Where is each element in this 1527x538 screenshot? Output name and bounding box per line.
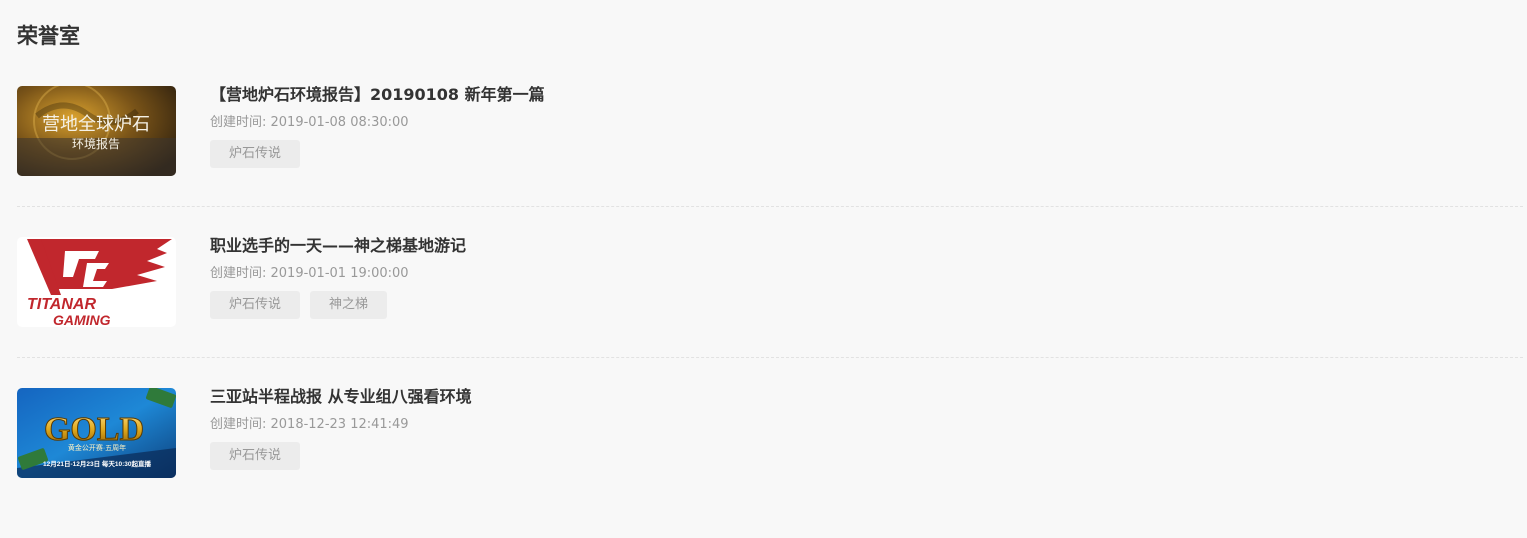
tag-ladder[interactable]: 神之梯 bbox=[310, 291, 388, 319]
article-thumbnail[interactable]: GOLD 黄金公开赛·五周年 12月21日-12月23日 每天10:30起直播 bbox=[17, 388, 176, 478]
article-info: 【营地炉石环境报告】20190108 新年第一篇 创建时间: 2019-01-0… bbox=[210, 86, 545, 168]
hearthstone-report-image: 营地全球炉石 环境报告 bbox=[17, 86, 176, 176]
tag-hearthstone[interactable]: 炉石传说 bbox=[210, 442, 301, 470]
list-item: 营地全球炉石 环境报告 【营地炉石环境报告】20190108 新年第一篇 创建时… bbox=[17, 86, 1523, 207]
article-thumbnail[interactable]: 营地全球炉石 环境报告 bbox=[17, 86, 176, 176]
tag-hearthstone[interactable]: 炉石传说 bbox=[210, 291, 301, 319]
svg-text:黄金公开赛·五周年: 黄金公开赛·五周年 bbox=[68, 443, 126, 452]
list-item: GOLD 黄金公开赛·五周年 12月21日-12月23日 每天10:30起直播 … bbox=[17, 388, 1523, 508]
created-time: 创建时间: 2019-01-01 19:00:00 bbox=[210, 266, 409, 281]
article-title[interactable]: 三亚站半程战报 从专业组八强看环境 bbox=[210, 388, 472, 406]
article-title[interactable]: 【营地炉石环境报告】20190108 新年第一篇 bbox=[210, 86, 545, 104]
gold-open-banner-image: GOLD 黄金公开赛·五周年 12月21日-12月23日 每天10:30起直播 bbox=[17, 388, 176, 478]
article-title[interactable]: 职业选手的一天——神之梯基地游记 bbox=[210, 237, 466, 255]
svg-text:GAMING: GAMING bbox=[53, 312, 111, 327]
titanar-gaming-logo: TITANAR GAMING bbox=[17, 237, 176, 327]
tag-list: 炉石传说 bbox=[210, 140, 545, 168]
tag-list: 炉石传说 神之梯 bbox=[210, 291, 466, 319]
svg-text:12月21日-12月23日 每天10:30起直播: 12月21日-12月23日 每天10:30起直播 bbox=[43, 459, 152, 468]
svg-text:环境报告: 环境报告 bbox=[72, 136, 120, 151]
article-info: 三亚站半程战报 从专业组八强看环境 创建时间: 2018-12-23 12:41… bbox=[210, 388, 472, 470]
article-thumbnail[interactable]: TITANAR GAMING bbox=[17, 237, 176, 327]
list-item: TITANAR GAMING 职业选手的一天——神之梯基地游记 创建时间: 20… bbox=[17, 237, 1523, 358]
svg-text:TITANAR: TITANAR bbox=[27, 296, 96, 313]
created-time: 创建时间: 2019-01-08 08:30:00 bbox=[210, 115, 409, 130]
article-list: 营地全球炉石 环境报告 【营地炉石环境报告】20190108 新年第一篇 创建时… bbox=[17, 86, 1523, 538]
created-time: 创建时间: 2018-12-23 12:41:49 bbox=[210, 417, 409, 432]
article-info: 职业选手的一天——神之梯基地游记 创建时间: 2019-01-01 19:00:… bbox=[210, 237, 466, 319]
tag-hearthstone[interactable]: 炉石传说 bbox=[210, 140, 301, 168]
section-title: 荣誉室 bbox=[17, 24, 80, 48]
svg-text:营地全球炉石: 营地全球炉石 bbox=[42, 114, 150, 134]
tag-list: 炉石传说 bbox=[210, 442, 472, 470]
svg-text:GOLD: GOLD bbox=[44, 411, 144, 448]
